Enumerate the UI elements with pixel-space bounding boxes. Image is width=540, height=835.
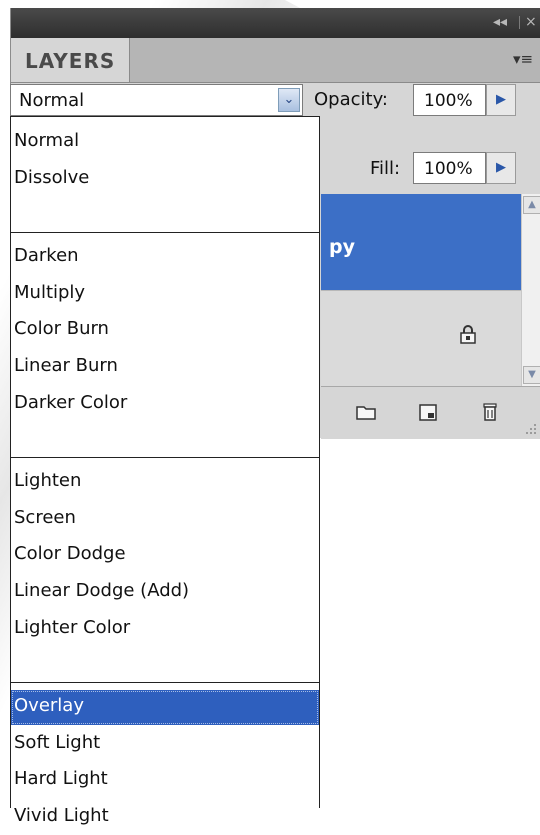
- layer-row-selected[interactable]: py: [321, 194, 521, 290]
- dropdown-separator: [11, 232, 319, 234]
- opacity-label: Opacity:: [314, 89, 388, 110]
- dropdown-separator: [11, 457, 319, 459]
- tab-layers[interactable]: LAYERS: [11, 38, 130, 82]
- scroll-up-icon[interactable]: ▲: [523, 196, 540, 214]
- fill-field[interactable]: 100%: [413, 152, 486, 184]
- play-right-icon[interactable]: ▶: [486, 152, 516, 184]
- play-right-icon[interactable]: ▶: [486, 84, 516, 116]
- folder-icon[interactable]: [355, 401, 377, 423]
- blend-mode-option[interactable]: Lighter Color: [11, 612, 319, 647]
- opacity-field[interactable]: 100%: [413, 84, 486, 116]
- close-icon[interactable]: ×: [525, 14, 537, 30]
- trash-icon[interactable]: [479, 401, 501, 423]
- blend-mode-option[interactable]: Darker Color: [11, 387, 319, 422]
- blend-mode-option[interactable]: Lighten: [11, 465, 319, 500]
- blend-mode-option[interactable]: Screen: [11, 502, 319, 537]
- blend-mode-option[interactable]: Vivid Light: [11, 800, 319, 835]
- layers-bottom-toolbar: [321, 386, 540, 439]
- blend-mode-option[interactable]: Darken: [11, 240, 319, 275]
- blend-mode-option[interactable]: Normal: [11, 125, 319, 160]
- blend-mode-value: Normal: [19, 90, 85, 111]
- fill-label: Fill:: [370, 158, 401, 179]
- collapse-icon[interactable]: ◂◂: [493, 14, 507, 30]
- layer-name: py: [329, 236, 355, 258]
- tab-layers-label: LAYERS: [25, 49, 116, 73]
- chevron-down-icon[interactable]: ⌄: [278, 88, 300, 112]
- titlebar-separator: [519, 16, 520, 29]
- dropdown-separator: [11, 682, 319, 684]
- layers-list: py: [321, 194, 521, 387]
- blend-mode-option[interactable]: Dissolve: [11, 162, 319, 197]
- lock-icon: [460, 325, 476, 344]
- layers-scrollbar[interactable]: ▲ ▼: [521, 194, 540, 386]
- blend-mode-option[interactable]: Hard Light: [11, 763, 319, 798]
- blend-mode-option[interactable]: Overlay: [11, 690, 319, 726]
- panel-menu-icon[interactable]: ▾≡: [513, 50, 533, 68]
- blend-mode-dropdown: Normal Dissolve Darken Multiply Color Burn Li…: [10, 116, 320, 826]
- layer-row[interactable]: [321, 290, 521, 387]
- blend-mode-option[interactable]: Soft Light: [11, 727, 319, 762]
- blend-mode-option[interactable]: Color Dodge: [11, 538, 319, 573]
- blend-mode-select[interactable]: Normal ⌄: [10, 84, 303, 116]
- scroll-down-icon[interactable]: ▼: [523, 366, 540, 384]
- new-layer-icon[interactable]: [417, 401, 439, 423]
- blend-mode-option[interactable]: Color Burn: [11, 313, 319, 348]
- blend-mode-option[interactable]: Linear Dodge (Add): [11, 575, 319, 610]
- panel-titlebar: ◂◂ ×: [11, 8, 540, 38]
- blend-mode-option[interactable]: Multiply: [11, 277, 319, 312]
- resize-grip-icon[interactable]: [525, 423, 537, 435]
- tab-row: LAYERS ▾≡: [11, 38, 540, 83]
- blend-mode-option[interactable]: Linear Burn: [11, 350, 319, 385]
